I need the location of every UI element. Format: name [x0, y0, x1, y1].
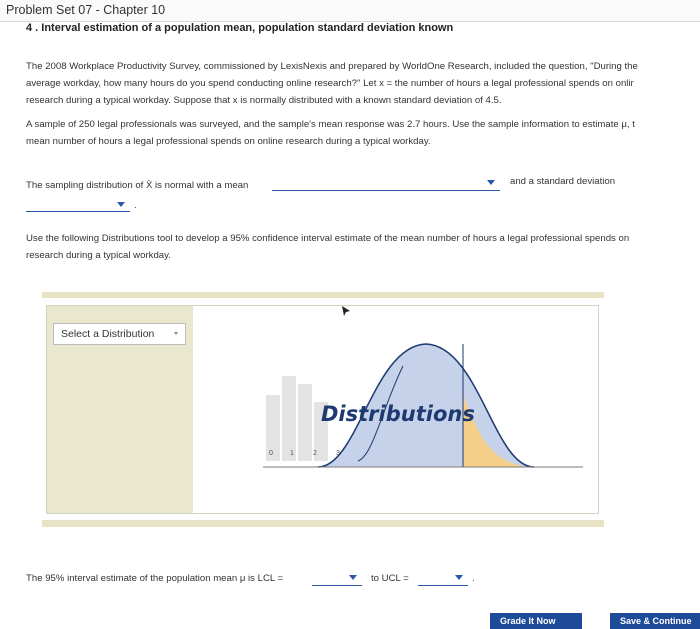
histogram-bar — [298, 384, 312, 461]
sample-line-2: mean number of hours a legal professiona… — [26, 136, 431, 147]
period-mark-2: . — [472, 573, 475, 584]
tool-bottom-band — [42, 520, 604, 527]
std-dev-dropdown[interactable] — [26, 198, 130, 212]
tick-label-1: 1 — [290, 450, 294, 457]
histogram-bar — [282, 376, 296, 461]
sampling-dist-label: The sampling distribution of X̄ is norma… — [26, 180, 249, 191]
interval-estimate-label: The 95% interval estimate of the populat… — [26, 573, 284, 584]
mouse-cursor-icon — [342, 306, 350, 316]
intro-paragraph: The 2008 Workplace Productivity Survey, … — [26, 58, 700, 109]
std-dev-label: and a standard deviation — [510, 176, 616, 187]
grade-it-now-button[interactable]: Grade It Now — [490, 613, 582, 629]
intro-line-2: average workday, how many hours do you s… — [26, 78, 634, 89]
select-distribution-dropdown[interactable]: Select a Distribution — [53, 323, 186, 345]
mean-dropdown[interactable] — [272, 177, 500, 191]
save-continue-button[interactable]: Save & Continue — [610, 613, 700, 629]
distributions-tool: Select a Distribution 0 1 2 3 Distributi… — [46, 305, 599, 514]
select-caret-icon — [174, 332, 178, 335]
sample-paragraph: A sample of 250 legal professionals was … — [26, 116, 700, 150]
instructions-line-2: research during a typical workday. — [26, 250, 171, 261]
question-title: 4 . Interval estimation of a population … — [26, 22, 454, 34]
mean-dropdown-arrow-icon[interactable] — [487, 180, 495, 185]
page-title: Problem Set 07 - Chapter 10 — [6, 3, 166, 17]
tick-label-3: 3 — [336, 450, 340, 457]
intro-line-1: The 2008 Workplace Productivity Survey, … — [26, 61, 638, 72]
select-distribution-label: Select a Distribution — [61, 328, 155, 340]
ucl-dropdown-arrow-icon[interactable] — [455, 575, 463, 580]
tool-top-band — [42, 292, 604, 298]
tick-label-0: 0 — [269, 450, 273, 457]
intro-line-3: research during a typical workday. Suppo… — [26, 95, 502, 106]
distributions-graphic: 0 1 2 3 Distributions — [263, 343, 583, 468]
distributions-title: Distributions — [321, 402, 475, 426]
std-dev-dropdown-arrow-icon[interactable] — [117, 202, 125, 207]
sample-line-1: A sample of 250 legal professionals was … — [26, 119, 635, 130]
tool-sidebar: Select a Distribution — [47, 306, 193, 513]
tick-label-2: 2 — [313, 450, 317, 457]
period-mark: . — [134, 200, 137, 211]
lcl-dropdown-arrow-icon[interactable] — [349, 575, 357, 580]
instructions-paragraph: Use the following Distributions tool to … — [26, 230, 700, 264]
ucl-label: to UCL = — [371, 573, 409, 584]
instructions-line-1: Use the following Distributions tool to … — [26, 233, 630, 244]
page-header: Problem Set 07 - Chapter 10 — [0, 0, 700, 22]
